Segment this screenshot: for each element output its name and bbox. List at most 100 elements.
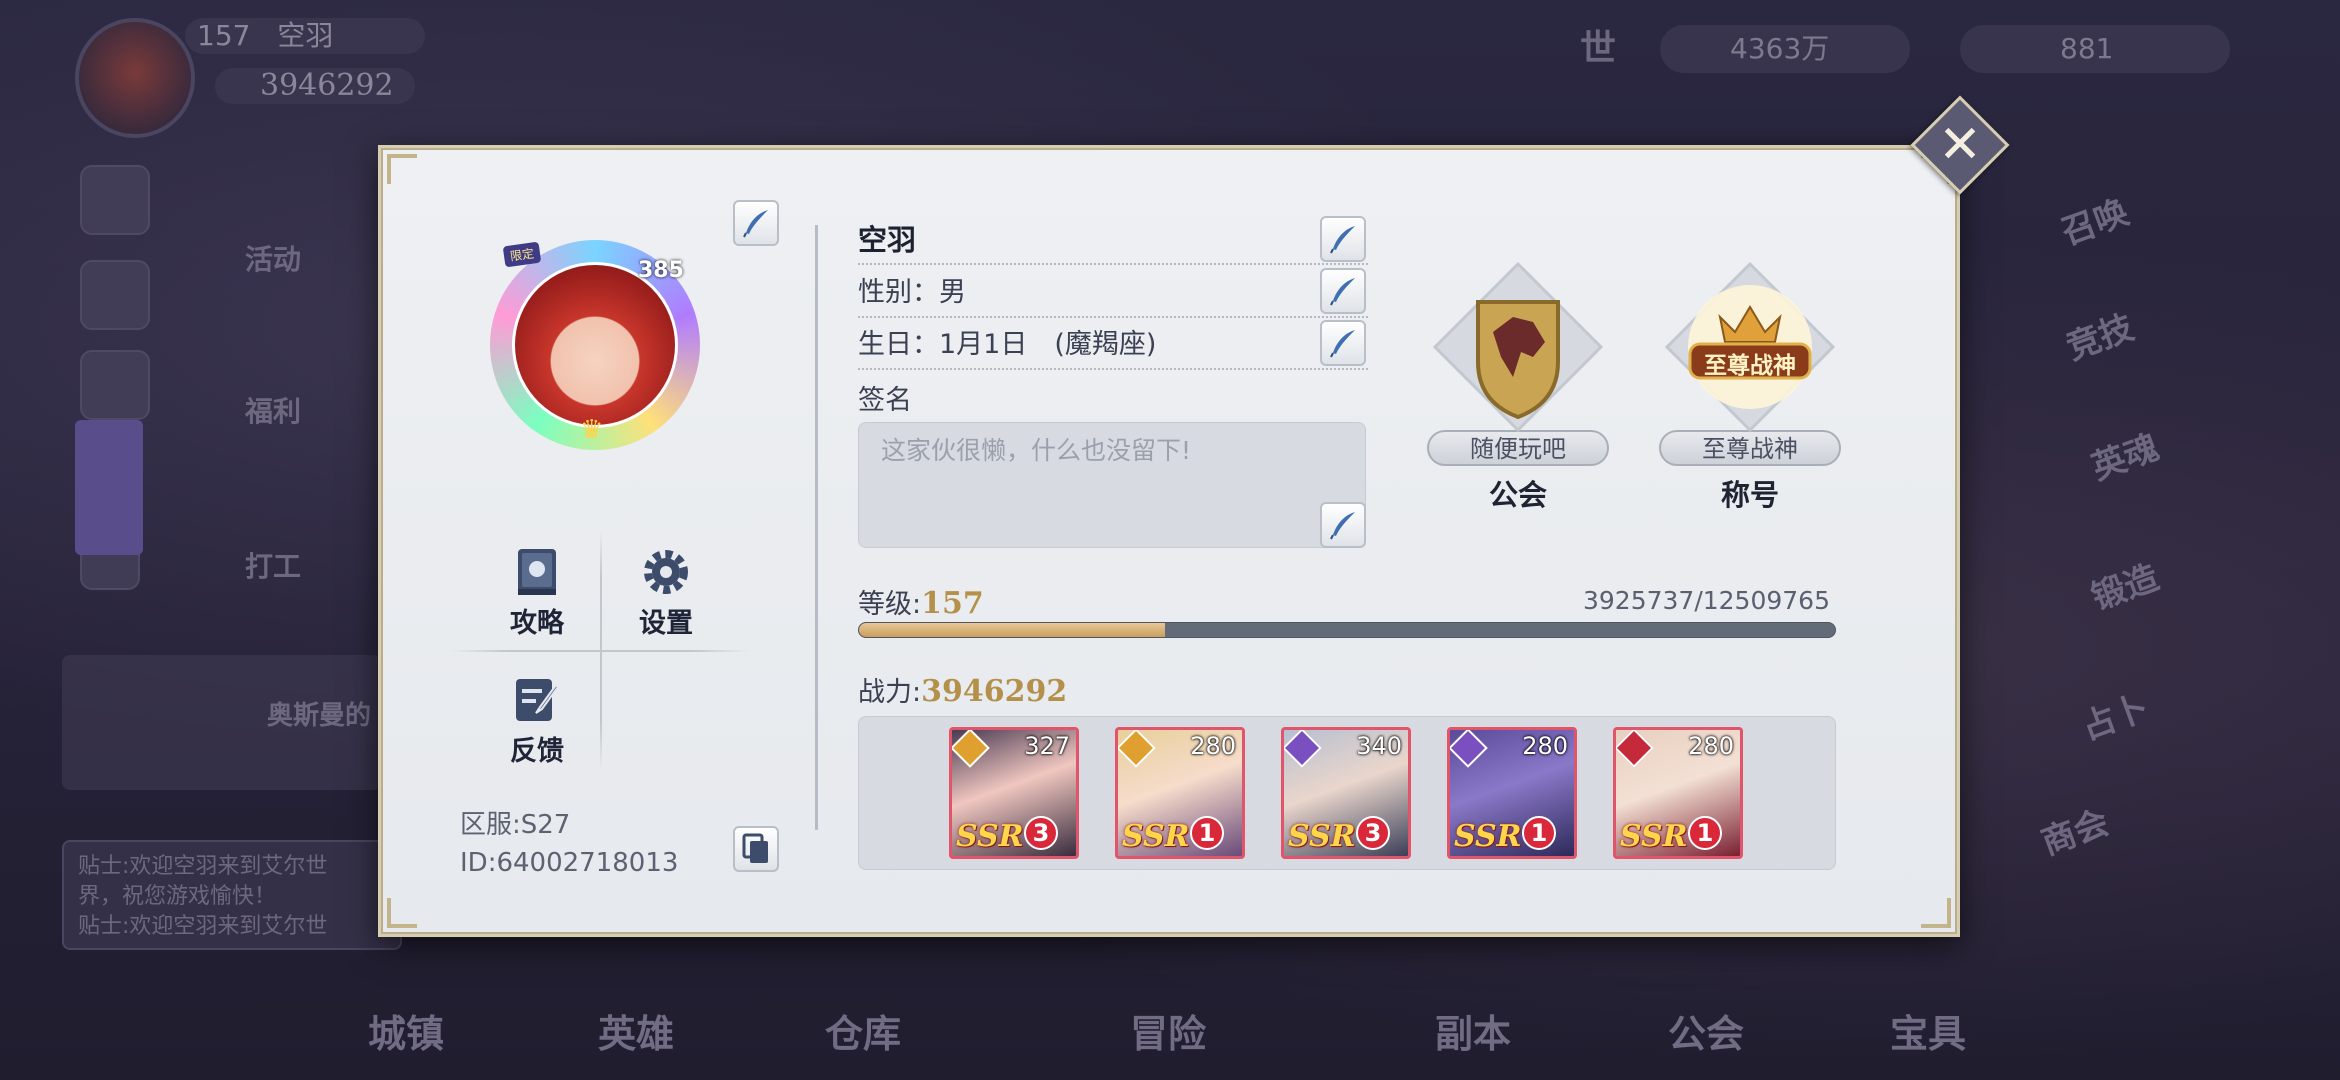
hero-card[interactable]: 340 SSR 3 bbox=[1281, 727, 1411, 859]
bg-nav-adventure: 冒险 bbox=[1130, 1012, 1207, 1056]
frame-corner bbox=[1921, 898, 1951, 928]
copy-icon bbox=[742, 833, 768, 863]
avatar-level: 385 bbox=[638, 258, 684, 283]
quill-icon bbox=[1330, 226, 1355, 254]
hero-rarity: SSR bbox=[1454, 819, 1522, 854]
level-label: 等级: bbox=[858, 589, 922, 620]
copy-id-button[interactable] bbox=[733, 826, 779, 872]
quill-icon bbox=[743, 210, 768, 238]
birthday-text: 生日：1月1日 (魔羯座) bbox=[858, 329, 1157, 360]
bg-nav-town: 城镇 bbox=[368, 1012, 445, 1056]
bg-nav-hero: 英雄 bbox=[598, 1012, 675, 1056]
hero-star-count: 3 bbox=[1356, 816, 1390, 850]
team-panel: 327 SSR 3 280 SSR 1 340 SSR 3 280 SSR 1 280 SSR 1 bbox=[858, 716, 1836, 870]
gem-amount: 881 bbox=[2060, 32, 2114, 65]
quill-icon bbox=[1330, 330, 1355, 358]
guild-caption: 公会 bbox=[1488, 478, 1547, 512]
bg-nav-treasure: 宝具 bbox=[1890, 1012, 1967, 1056]
bg-player-power: 3946292 bbox=[260, 68, 394, 103]
edit-name-button[interactable] bbox=[1320, 216, 1366, 262]
hero-star-count: 3 bbox=[1024, 816, 1058, 850]
server-info: 区服:S27 ID:64002718013 bbox=[460, 806, 678, 882]
frame-corner bbox=[387, 154, 417, 184]
hero-star-count: 1 bbox=[1190, 816, 1224, 850]
exp-bar-fill bbox=[859, 623, 1166, 637]
settings-label: 设置 bbox=[639, 608, 693, 639]
bg-nav-dungeon: 副本 bbox=[1435, 1012, 1512, 1056]
guide-label: 攻略 bbox=[510, 608, 564, 639]
player-power-background: 3946292 bbox=[215, 68, 415, 104]
bg-side-icon-3 bbox=[80, 350, 150, 420]
bg-notice-panel: 奥斯曼的 bbox=[62, 655, 382, 790]
hero-star-count: 1 bbox=[1522, 816, 1556, 850]
signature-label: 签名 bbox=[858, 385, 912, 416]
hero-rarity: SSR bbox=[1122, 819, 1190, 854]
feedback-button[interactable]: 反馈 bbox=[482, 673, 592, 768]
edit-gender-button[interactable] bbox=[1320, 268, 1366, 314]
hero-rarity: SSR bbox=[1620, 819, 1688, 854]
hero-level: 280 bbox=[1190, 732, 1236, 760]
avatar-portrait bbox=[512, 262, 678, 428]
quill-icon bbox=[1330, 512, 1355, 540]
bg-nav-warehouse: 仓库 bbox=[825, 1012, 902, 1056]
hero-card[interactable]: 280 SSR 1 bbox=[1613, 727, 1743, 859]
title-emblem: 至尊战神 bbox=[1664, 261, 1836, 433]
guild-badge[interactable]: 随便玩吧 公会 bbox=[1423, 261, 1613, 514]
wolf-shield-icon bbox=[1432, 261, 1604, 433]
bg-notice-text: 奥斯曼的 bbox=[267, 701, 372, 731]
bg-player-name: 空羽 bbox=[277, 19, 334, 52]
hero-rarity: SSR bbox=[1288, 819, 1356, 854]
power-row: 战力:3946292 bbox=[858, 670, 1067, 709]
settings-button[interactable]: 设置 bbox=[611, 545, 721, 640]
guild-emblem bbox=[1432, 261, 1604, 433]
edit-birthday-button[interactable] bbox=[1320, 320, 1366, 366]
player-avatar-background bbox=[75, 18, 195, 138]
power-value: 3946292 bbox=[921, 674, 1068, 709]
level-row: 等级:157 bbox=[858, 582, 984, 621]
title-badge[interactable]: 至尊战神 至尊战神 称号 bbox=[1655, 261, 1845, 514]
level-value: 157 bbox=[921, 586, 984, 621]
bg-chat-box: 贴士:欢迎空羽来到艾尔世 界，祝您游戏愉快！ 贴士:欢迎空羽来到艾尔世 bbox=[62, 840, 402, 950]
hero-rarity: SSR bbox=[956, 819, 1024, 854]
player-name: 空羽 bbox=[858, 223, 917, 257]
bg-chat-line: 贴士:欢迎空羽来到艾尔世 bbox=[78, 914, 328, 939]
bg-side-icon-1 bbox=[80, 165, 150, 235]
bg-side-icon-2 bbox=[80, 260, 150, 330]
player-id: ID:64002718013 bbox=[460, 848, 679, 878]
title-name: 至尊战神 bbox=[1659, 430, 1841, 466]
player-level-name-background: 157 空羽 bbox=[185, 18, 425, 54]
name-row: 空羽 bbox=[858, 215, 1368, 265]
hero-card[interactable]: 280 SSR 1 bbox=[1447, 727, 1577, 859]
hero-card[interactable]: 280 SSR 1 bbox=[1115, 727, 1245, 859]
signature-field[interactable]: 这家伙很懒，什么也没留下! bbox=[858, 422, 1366, 548]
bg-menu-welfare: 福利 bbox=[245, 395, 302, 428]
column-divider bbox=[815, 225, 818, 830]
hero-level: 280 bbox=[1688, 732, 1734, 760]
exp-bar bbox=[858, 622, 1836, 638]
avatar[interactable]: 限定 385 ♛ bbox=[490, 240, 700, 450]
frame-corner bbox=[387, 898, 417, 928]
gear-icon bbox=[644, 550, 688, 594]
world-chat-button: 世 bbox=[1580, 25, 1620, 73]
guild-name: 随便玩吧 bbox=[1427, 430, 1609, 466]
bg-chat-line: 贴士:欢迎空羽来到艾尔世 bbox=[78, 854, 328, 879]
gem-currency: 881 bbox=[1960, 25, 2230, 73]
title-caption: 称号 bbox=[1720, 478, 1779, 512]
birthday-row: 生日：1月1日 (魔羯座) bbox=[858, 320, 1368, 370]
quill-icon bbox=[1330, 278, 1355, 306]
hero-card[interactable]: 327 SSR 3 bbox=[949, 727, 1079, 859]
gold-currency: 4363万 bbox=[1660, 25, 1910, 73]
exp-text: 3925737/12509765 bbox=[1582, 586, 1830, 615]
book-icon bbox=[518, 549, 556, 595]
guide-button[interactable]: 攻略 bbox=[482, 545, 592, 640]
bg-player-level: 157 bbox=[197, 19, 251, 52]
bg-chat-line: 界，祝您游戏愉快！ bbox=[78, 884, 277, 909]
title-emblem-text: 至尊战神 bbox=[1704, 353, 1796, 379]
signature-placeholder: 这家伙很懒，什么也没留下! bbox=[881, 436, 1192, 465]
menu-divider bbox=[450, 650, 750, 652]
edit-avatar-button[interactable] bbox=[733, 200, 779, 246]
edit-signature-button[interactable] bbox=[1320, 502, 1366, 548]
gold-amount: 4363万 bbox=[1730, 32, 1830, 65]
power-label: 战力: bbox=[858, 677, 922, 708]
bg-nav-guild: 公会 bbox=[1668, 1012, 1745, 1056]
